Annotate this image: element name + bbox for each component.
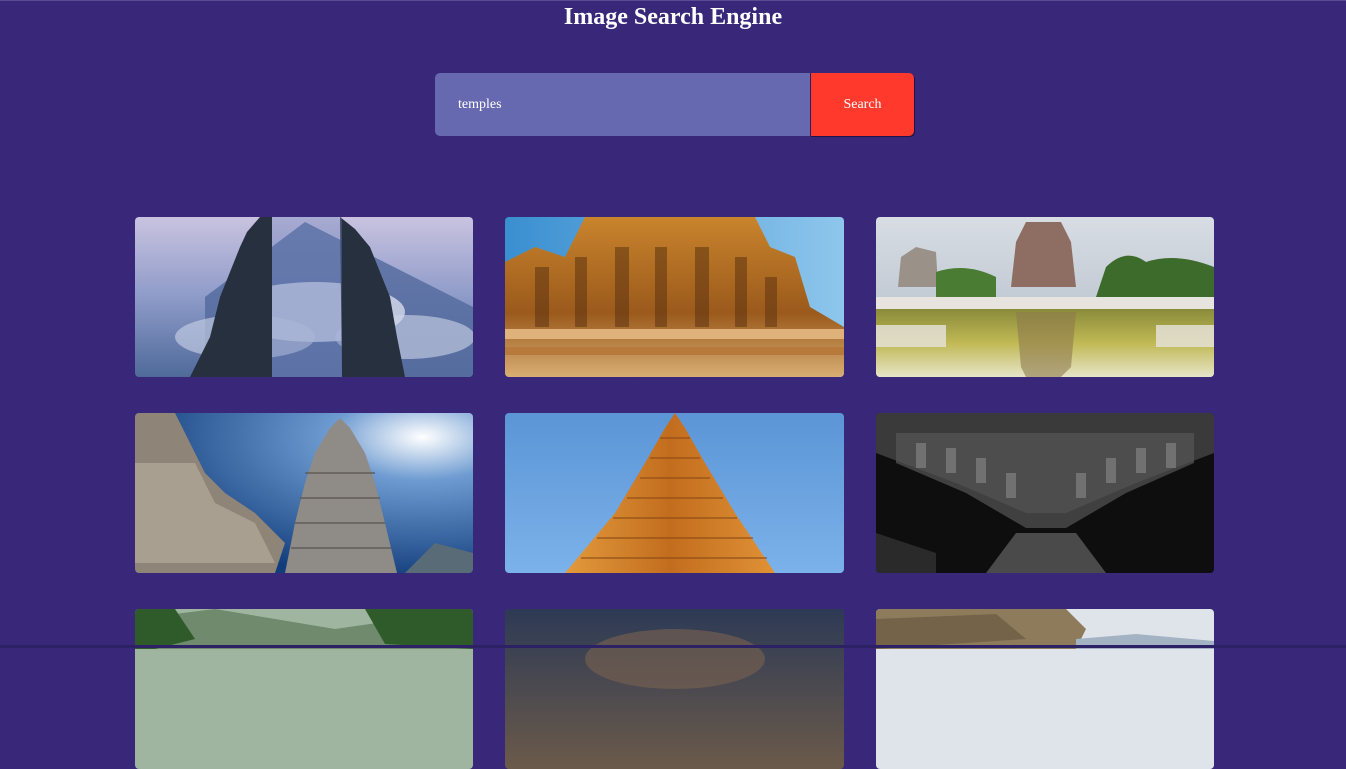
palm-valley-image (135, 609, 473, 769)
result-image-card[interactable] (135, 609, 473, 769)
result-image-card[interactable] (135, 413, 473, 573)
cliff-landscape-image (876, 609, 1214, 769)
result-image-card[interactable] (876, 217, 1214, 377)
bali-gate-temple-image (135, 217, 473, 377)
search-button[interactable]: Search (810, 73, 914, 136)
image-results-grid (135, 217, 1215, 769)
temple-pond-reflection-image (876, 217, 1214, 377)
result-image-card[interactable] (505, 609, 844, 769)
black-white-carvings-image (876, 413, 1214, 573)
result-image-card[interactable] (876, 609, 1214, 769)
page-title: Image Search Engine (563, 4, 783, 30)
result-image-card[interactable] (876, 413, 1214, 573)
search-input[interactable] (435, 73, 810, 136)
dusk-sky-image (505, 609, 844, 769)
search-form: Search (435, 73, 914, 136)
carved-gopuram-temple-image (505, 217, 844, 377)
result-image-card[interactable] (135, 217, 473, 377)
result-image-card[interactable] (505, 413, 844, 573)
result-image-card[interactable] (505, 217, 844, 377)
brihadeeswarar-tower-image (505, 413, 844, 573)
top-border (0, 0, 1346, 1)
hampi-temple-tower-image (135, 413, 473, 573)
